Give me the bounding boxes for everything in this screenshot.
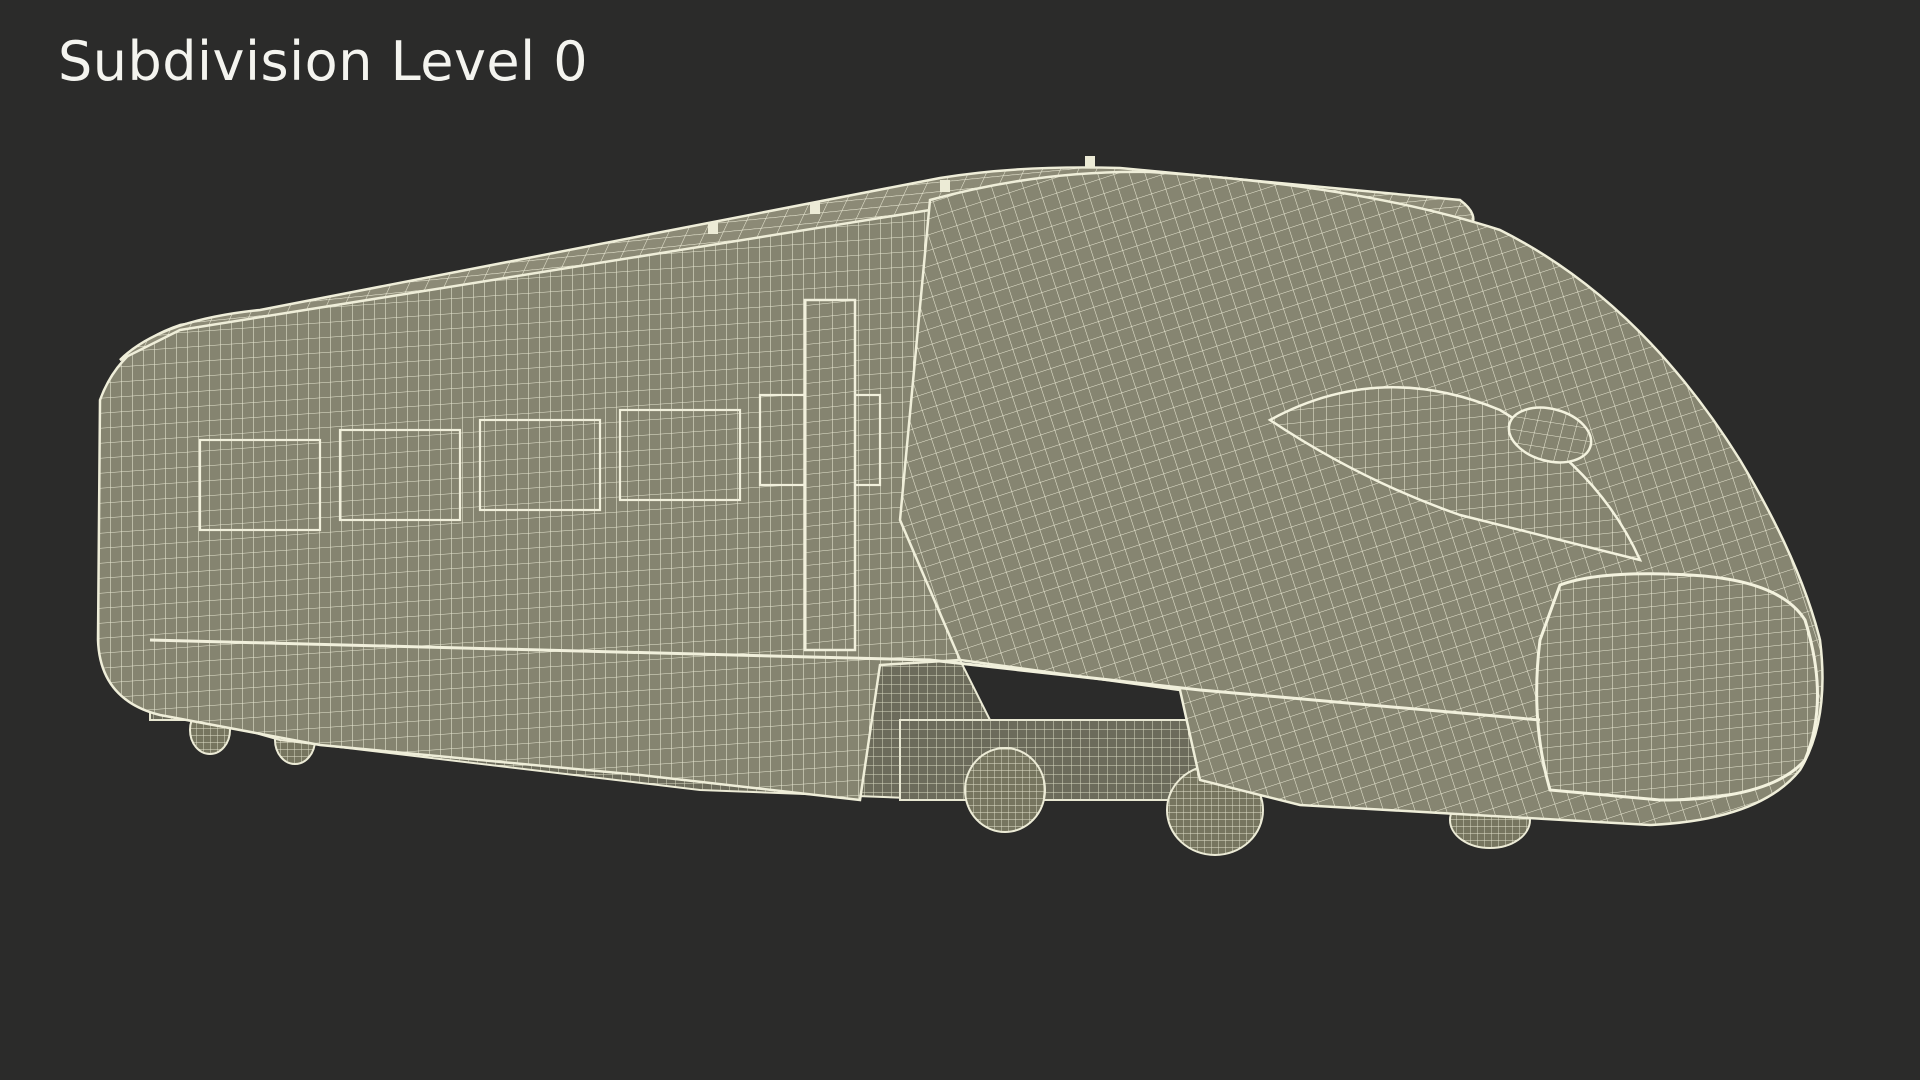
- train-model: [96, 156, 1824, 856]
- front-nose-cap: [1535, 572, 1819, 802]
- viewport-canvas: [96, 156, 1824, 856]
- cab-door: [803, 298, 857, 652]
